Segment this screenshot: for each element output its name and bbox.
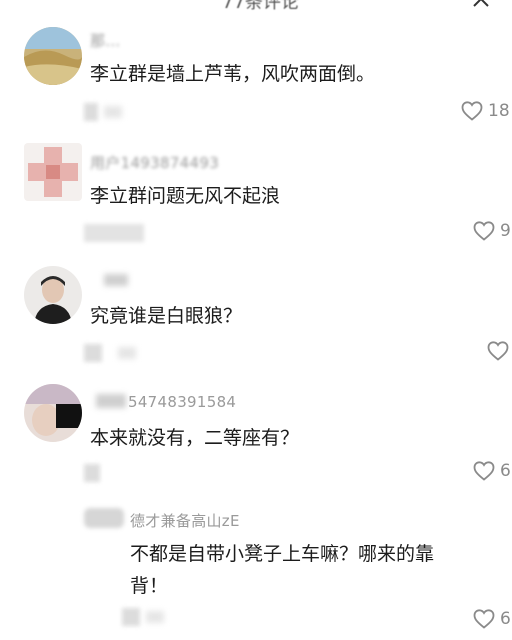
heart-icon: [473, 221, 495, 241]
username-placeholder: [104, 274, 128, 286]
reply-text-line-2: 背！: [130, 575, 169, 597]
like-button[interactable]: 9: [472, 219, 511, 243]
comments-count-title: 77条评论: [222, 0, 299, 12]
like-button[interactable]: 6: [472, 459, 511, 483]
avatar[interactable]: [24, 266, 82, 324]
comment-text: 李立群问题无风不起浪: [90, 185, 281, 207]
comment-text: 本来就没有，二等座有？: [90, 427, 300, 449]
avatar[interactable]: [24, 384, 82, 442]
reply-text-line-1: 不都是自带小凳子上车嘛？哪来的靠: [130, 543, 435, 565]
comment-text: 李立群是墙上芦苇，风吹两面倒。: [90, 63, 376, 85]
comment-text: 究竟谁是白眼狼？: [90, 305, 243, 327]
heart-icon: [487, 341, 509, 361]
like-button[interactable]: 6: [472, 607, 511, 631]
comment-meta: [84, 103, 98, 121]
reply-meta-extra: [146, 611, 164, 623]
comment-meta: [84, 464, 100, 482]
like-count: 9: [500, 221, 511, 241]
heart-icon: [473, 609, 495, 629]
username[interactable]: 54748391584: [128, 393, 236, 411]
like-button[interactable]: 18: [460, 99, 510, 123]
username-placeholder: [96, 394, 126, 408]
like-count: 18: [488, 101, 510, 121]
comment-meta-extra: [118, 347, 136, 359]
username[interactable]: 德才兼备高山zE: [130, 510, 240, 531]
heart-icon: [473, 461, 495, 481]
username[interactable]: 用户1493874493: [90, 152, 219, 173]
heart-icon: [461, 101, 483, 121]
comment-meta-extra: [104, 106, 122, 118]
avatar[interactable]: [84, 508, 124, 528]
comments-header: 77条评论: [0, 0, 512, 12]
comment-meta: [84, 224, 144, 242]
comment-meta: [84, 344, 102, 362]
avatar[interactable]: [24, 143, 82, 201]
like-count: 6: [500, 609, 511, 629]
close-icon[interactable]: [470, 0, 492, 10]
like-count: 6: [500, 461, 511, 481]
username[interactable]: 那…: [90, 30, 121, 51]
reply-meta: [122, 608, 140, 626]
avatar[interactable]: [24, 27, 82, 85]
like-button[interactable]: [486, 339, 510, 363]
